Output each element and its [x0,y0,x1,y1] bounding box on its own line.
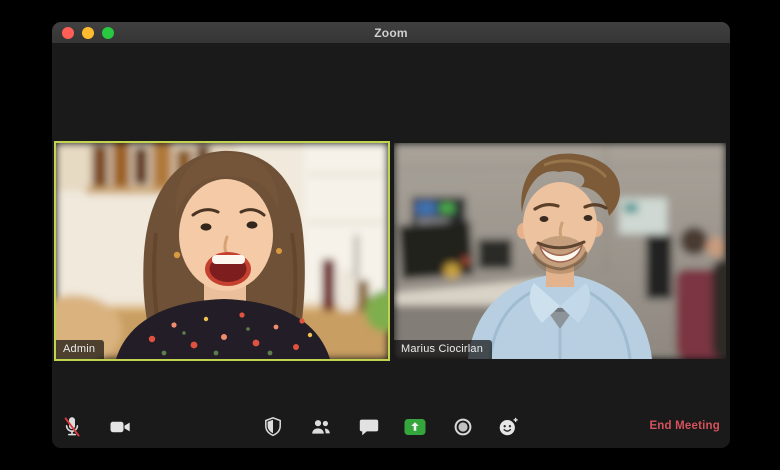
reactions-button[interactable] [493,412,523,442]
video-tile-admin[interactable]: Admin [56,143,388,359]
meeting-toolbar: End Meeting [52,420,730,448]
video-camera-icon [108,415,132,439]
desktop-background: { "window": { "title": "Zoom" }, "titleb… [0,0,780,470]
close-window-button[interactable] [62,27,74,39]
marius-video-feed [394,143,726,359]
security-button[interactable] [258,412,288,442]
reactions-smiley-icon [496,415,520,439]
zoom-window: Zoom [52,22,730,448]
share-screen-button[interactable] [400,412,430,442]
participants-icon [309,415,333,439]
video-stage: Admin [52,43,730,420]
window-title: Zoom [374,26,407,40]
chat-button[interactable] [354,412,384,442]
microphone-muted-icon [60,415,84,439]
video-button[interactable] [105,412,135,442]
video-tile-marius[interactable]: Marius Ciocirlan [394,143,726,359]
participant-name-tag: Marius Ciocirlan [394,340,492,359]
minimize-window-button[interactable] [82,27,94,39]
admin-video-feed [56,143,388,359]
maximize-window-button[interactable] [102,27,114,39]
participants-button[interactable] [306,412,336,442]
end-meeting-button[interactable]: End Meeting [649,414,720,438]
chat-bubble-icon [357,415,381,439]
traffic-lights [62,22,114,43]
mute-button[interactable] [57,412,87,442]
share-screen-icon [403,417,427,437]
record-icon [451,415,475,439]
participant-name-tag: Admin [56,340,104,359]
record-button[interactable] [448,412,478,442]
shield-icon [261,415,285,439]
titlebar: Zoom [52,22,730,44]
